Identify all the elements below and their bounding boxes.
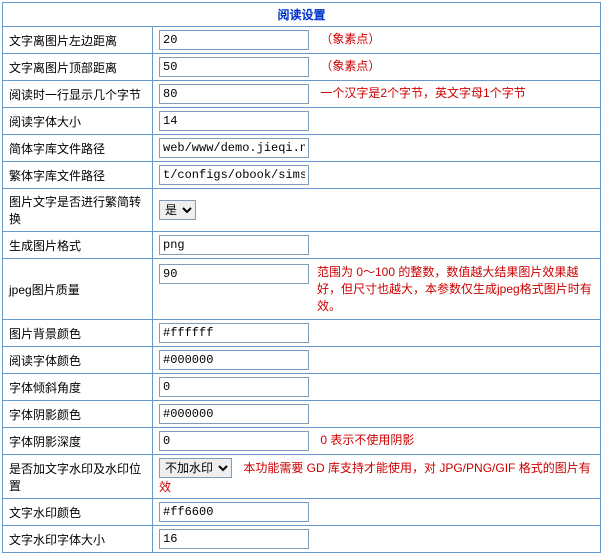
input-img-format[interactable] (159, 235, 309, 255)
label-trad-font-path: 繁体字库文件路径 (3, 162, 153, 189)
input-jpeg-quality[interactable] (159, 264, 309, 284)
desc-left-margin: （象素点） (320, 32, 380, 46)
input-shadow-depth[interactable] (159, 431, 309, 451)
input-wm-color[interactable] (159, 502, 309, 522)
desc-bytes-per-line: 一个汉字是2个字节，英文字母1个字节 (320, 86, 525, 100)
input-top-margin[interactable] (159, 57, 309, 77)
input-font-color[interactable] (159, 350, 309, 370)
label-font-angle: 字体倾斜角度 (3, 374, 153, 401)
label-watermark: 是否加文字水印及水印位置 (3, 455, 153, 499)
label-wm-font-size: 文字水印字体大小 (3, 526, 153, 553)
label-simp-font-path: 简体字库文件路径 (3, 135, 153, 162)
settings-table: 阅读设置 文字离图片左边距离 （象素点） 文字离图片顶部距离 （象素点） 阅读时… (2, 2, 601, 553)
label-jpeg-quality: jpeg图片质量 (3, 259, 153, 320)
desc-jpeg-quality: 范围为 0～100 的整数，数值越大结果图片效果越好，但尺寸也越大，本参数仅生成… (317, 264, 594, 314)
input-font-size[interactable] (159, 111, 309, 131)
label-img-format: 生成图片格式 (3, 232, 153, 259)
input-trad-font-path[interactable] (159, 165, 309, 185)
label-convert: 图片文字是否进行繁简转换 (3, 189, 153, 232)
select-convert[interactable]: 是 (159, 200, 196, 220)
label-shadow-depth: 字体阴影深度 (3, 428, 153, 455)
input-bg-color[interactable] (159, 323, 309, 343)
select-watermark[interactable]: 不加水印 (159, 458, 232, 478)
desc-top-margin: （象素点） (320, 59, 380, 73)
input-font-angle[interactable] (159, 377, 309, 397)
input-wm-font-size[interactable] (159, 529, 309, 549)
label-font-color: 阅读字体颜色 (3, 347, 153, 374)
input-simp-font-path[interactable] (159, 138, 309, 158)
label-top-margin: 文字离图片顶部距离 (3, 54, 153, 81)
input-left-margin[interactable] (159, 30, 309, 50)
input-bytes-per-line[interactable] (159, 84, 309, 104)
input-shadow-color[interactable] (159, 404, 309, 424)
label-left-margin: 文字离图片左边距离 (3, 27, 153, 54)
label-bytes-per-line: 阅读时一行显示几个字节 (3, 81, 153, 108)
label-wm-color: 文字水印颜色 (3, 499, 153, 526)
desc-shadow-depth: 0 表示不使用阴影 (320, 433, 414, 447)
section-header: 阅读设置 (3, 3, 601, 27)
label-shadow-color: 字体阴影颜色 (3, 401, 153, 428)
label-font-size: 阅读字体大小 (3, 108, 153, 135)
label-bg-color: 图片背景颜色 (3, 320, 153, 347)
